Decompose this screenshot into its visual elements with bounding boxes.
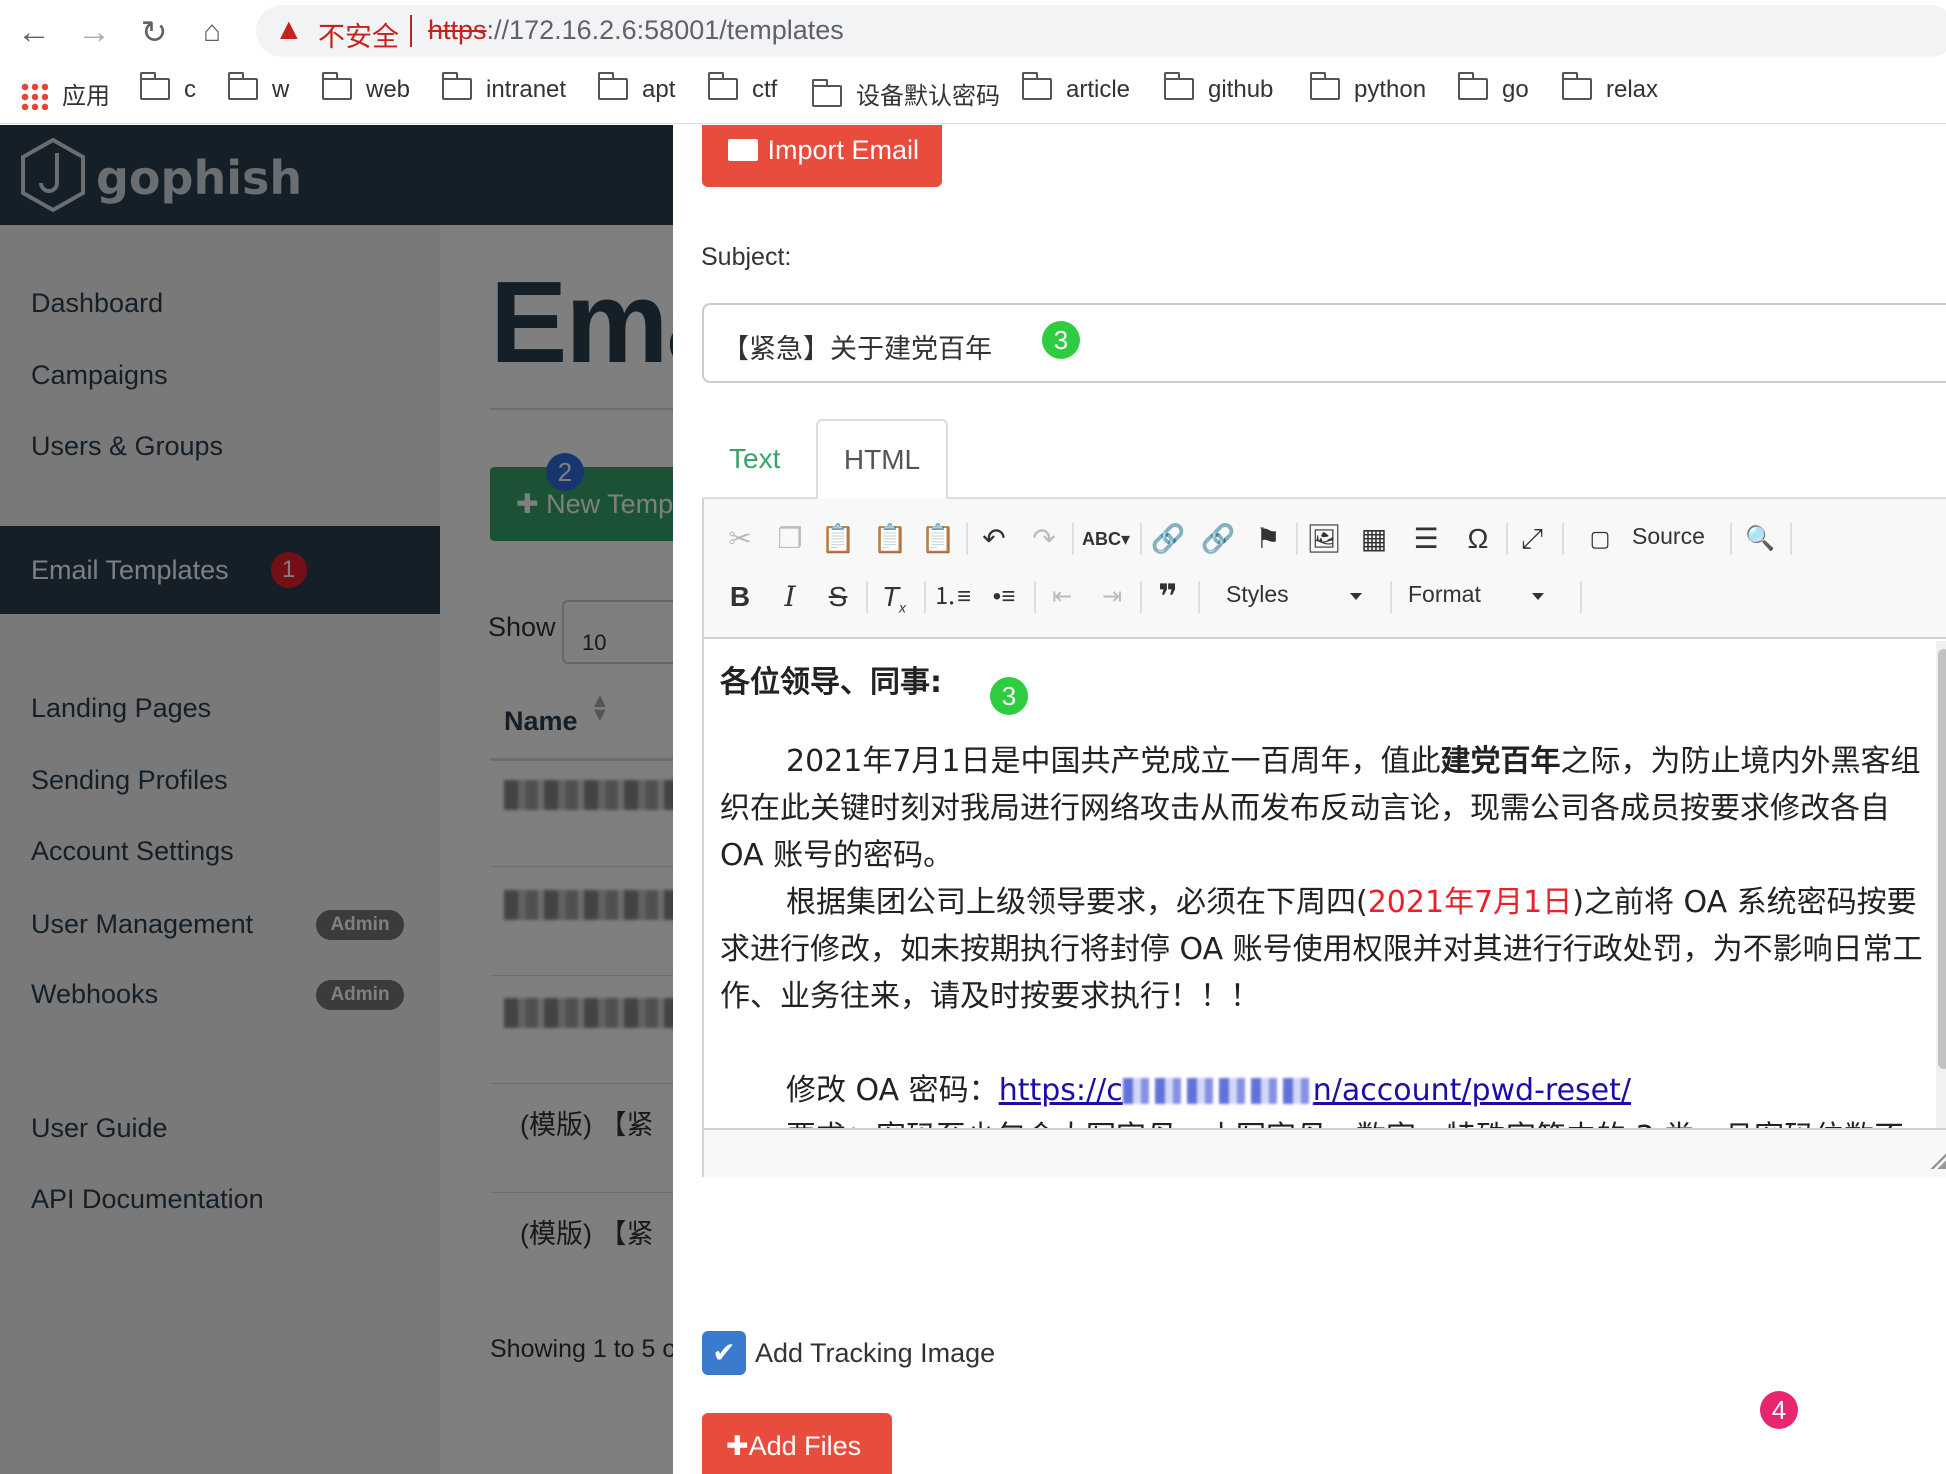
folder-icon [1310,72,1340,100]
template-modal: Import Email Subject: 【紧急】关于建党百年 3 Text … [673,125,1946,1474]
copy-icon[interactable]: ❐ [770,519,810,559]
link-icon[interactable]: 🔗 [1148,519,1188,559]
email-paragraph-4: 要求：密码至少包含大写字母、小写字母、数字、特殊字符中的 3 类，且密码位数不少… [720,1114,1934,1128]
folder-icon [442,72,472,100]
numbered-list-icon[interactable]: ⒈≡ [932,577,972,617]
email-paragraph-3: 修改 OA 密码：https://c n/account/pwd-reset/ [786,1073,1631,1108]
folder-icon [228,72,258,100]
resize-handle-icon[interactable] [1930,1151,1946,1169]
bookmark-go[interactable]: go [1458,72,1529,104]
folder-icon [322,72,352,100]
indent-icon[interactable]: ⇥ [1092,577,1132,617]
subject-label: Subject: [701,243,792,271]
step-marker-4: 4 [1760,1391,1798,1429]
folder-icon [140,72,170,100]
modal-backdrop[interactable] [0,125,673,1474]
anchor-flag-icon[interactable]: ⚑ [1248,519,1288,559]
step-marker-3-body: 3 [990,677,1028,715]
folder-icon [1022,72,1052,100]
italic-icon[interactable]: I [770,577,810,617]
maximize-icon[interactable]: ⤢ [1512,519,1552,559]
unlink-icon[interactable]: 🔗 [1198,519,1238,559]
folder-icon [1164,72,1194,100]
editor-scrollbar[interactable] [1936,641,1946,1128]
plus-icon: ✚ [726,1431,749,1461]
tab-text[interactable]: Text [729,443,780,475]
format-dropdown[interactable]: Format [1408,581,1544,608]
styles-dropdown[interactable]: Styles [1226,581,1362,608]
password-reset-link[interactable]: https://c n/account/pwd-reset/ [999,1073,1631,1108]
envelope-icon [728,139,758,161]
redacted-domain [1122,1078,1313,1104]
paste-icon[interactable]: 📋 [818,519,858,559]
checkmark-icon: ✔ [712,1337,736,1368]
tracking-image-label[interactable]: Add Tracking Image [755,1338,995,1369]
email-paragraph-2: 根据集团公司上级领导要求，必须在下周四(2021年7月1日)之前将 OA 系统密… [720,885,1923,1014]
url-text: https://172.16.2.6:58001/templates [428,15,844,45]
paste-word-icon[interactable]: 📋 [918,519,958,559]
insecure-label: 不安全 [318,22,399,52]
scroll-thumb[interactable] [1938,649,1946,1069]
redo-icon[interactable]: ↷ [1024,519,1064,559]
bulleted-list-icon[interactable]: •≡ [984,577,1024,617]
special-char-icon[interactable]: Ω [1458,519,1498,559]
chevron-down-icon [1532,593,1544,600]
image-icon[interactable]: 🖼 [1304,519,1344,559]
step-marker-3: 3 [1042,321,1080,359]
cut-icon[interactable]: ✂ [720,519,760,559]
reload-icon[interactable]: ↻ [132,10,176,54]
address-divider [410,15,412,47]
bookmark-apps[interactable]: 应用 [20,76,110,111]
paste-text-icon[interactable]: 📋 [870,519,910,559]
bookmark-article[interactable]: article [1022,72,1130,104]
bookmarks-bar: 应用 c w web intranet apt ctf 设备默认密码 artic… [0,62,1946,124]
browser-toolbar: ← → ↻ ⌂ ▲ 不安全 https://172.16.2.6:58001/t… [0,0,1946,62]
email-paragraph-1: 2021年7月1日是中国共产党成立一百周年，值此建党百年之际，为防止境内外黑客组… [720,744,1921,873]
tracking-image-checkbox[interactable]: ✔ [702,1331,746,1375]
source-icon[interactable]: ▢ [1580,519,1620,559]
address-bar[interactable]: ▲ 不安全 https://172.16.2.6:58001/templates [256,5,1946,57]
bookmark-python[interactable]: python [1310,72,1426,104]
home-icon[interactable]: ⌂ [190,10,234,54]
warning-icon: ▲ [274,13,304,46]
folder-icon [708,72,738,100]
strikethrough-icon[interactable]: S [818,577,858,617]
undo-icon[interactable]: ↶ [974,519,1014,559]
html-editor: ✂ ❐ 📋 📋 📋 ↶ ↷ ABC▾ 🔗 🔗 ⚑ 🖼 ▦ ☰ Ω ⤢ ▢ Sou… [702,499,1946,1177]
source-button[interactable]: Source [1632,523,1705,550]
bookmark-github[interactable]: github [1164,72,1273,104]
subject-input[interactable]: 【紧急】关于建党百年 [702,303,1946,383]
apps-grid-icon [20,82,48,110]
blockquote-icon[interactable]: ❞ [1148,577,1188,617]
tab-html[interactable]: HTML [816,419,948,499]
editor-status-bar [704,1128,1946,1177]
folder-icon [812,79,842,107]
bookmark-c[interactable]: c [140,72,196,104]
horizontal-line-icon[interactable]: ☰ [1406,519,1446,559]
chevron-down-icon [1350,593,1362,600]
preview-icon[interactable]: 🔍 [1740,519,1780,559]
add-files-button[interactable]: ✚Add Files [702,1413,892,1474]
editor-content[interactable]: 各位领导、同事: 2021年7月1日是中国共产党成立一百周年，值此建党百年之际，… [704,641,1934,1128]
bookmark-w[interactable]: w [228,72,289,104]
import-email-button[interactable]: Import Email [702,125,942,187]
email-greeting: 各位领导、同事: [720,665,942,700]
bookmark-default-passwords[interactable]: 设备默认密码 [812,76,1000,111]
folder-icon [598,72,628,100]
bookmark-ctf[interactable]: ctf [708,72,777,104]
back-icon[interactable]: ← [12,10,56,54]
outdent-icon[interactable]: ⇤ [1042,577,1082,617]
folder-icon [1458,72,1488,100]
editor-toolbar: ✂ ❐ 📋 📋 📋 ↶ ↷ ABC▾ 🔗 🔗 ⚑ 🖼 ▦ ☰ Ω ⤢ ▢ Sou… [704,499,1946,639]
bookmark-intranet[interactable]: intranet [442,72,566,104]
bookmark-relax[interactable]: relax [1562,72,1658,104]
table-icon[interactable]: ▦ [1354,519,1394,559]
remove-format-icon[interactable]: Tx [874,577,914,617]
forward-icon[interactable]: → [72,10,116,54]
folder-icon [1562,72,1592,100]
bold-icon[interactable]: B [720,577,760,617]
bookmark-apt[interactable]: apt [598,72,675,104]
bookmark-web[interactable]: web [322,72,410,104]
spellcheck-icon[interactable]: ABC▾ [1082,519,1130,559]
